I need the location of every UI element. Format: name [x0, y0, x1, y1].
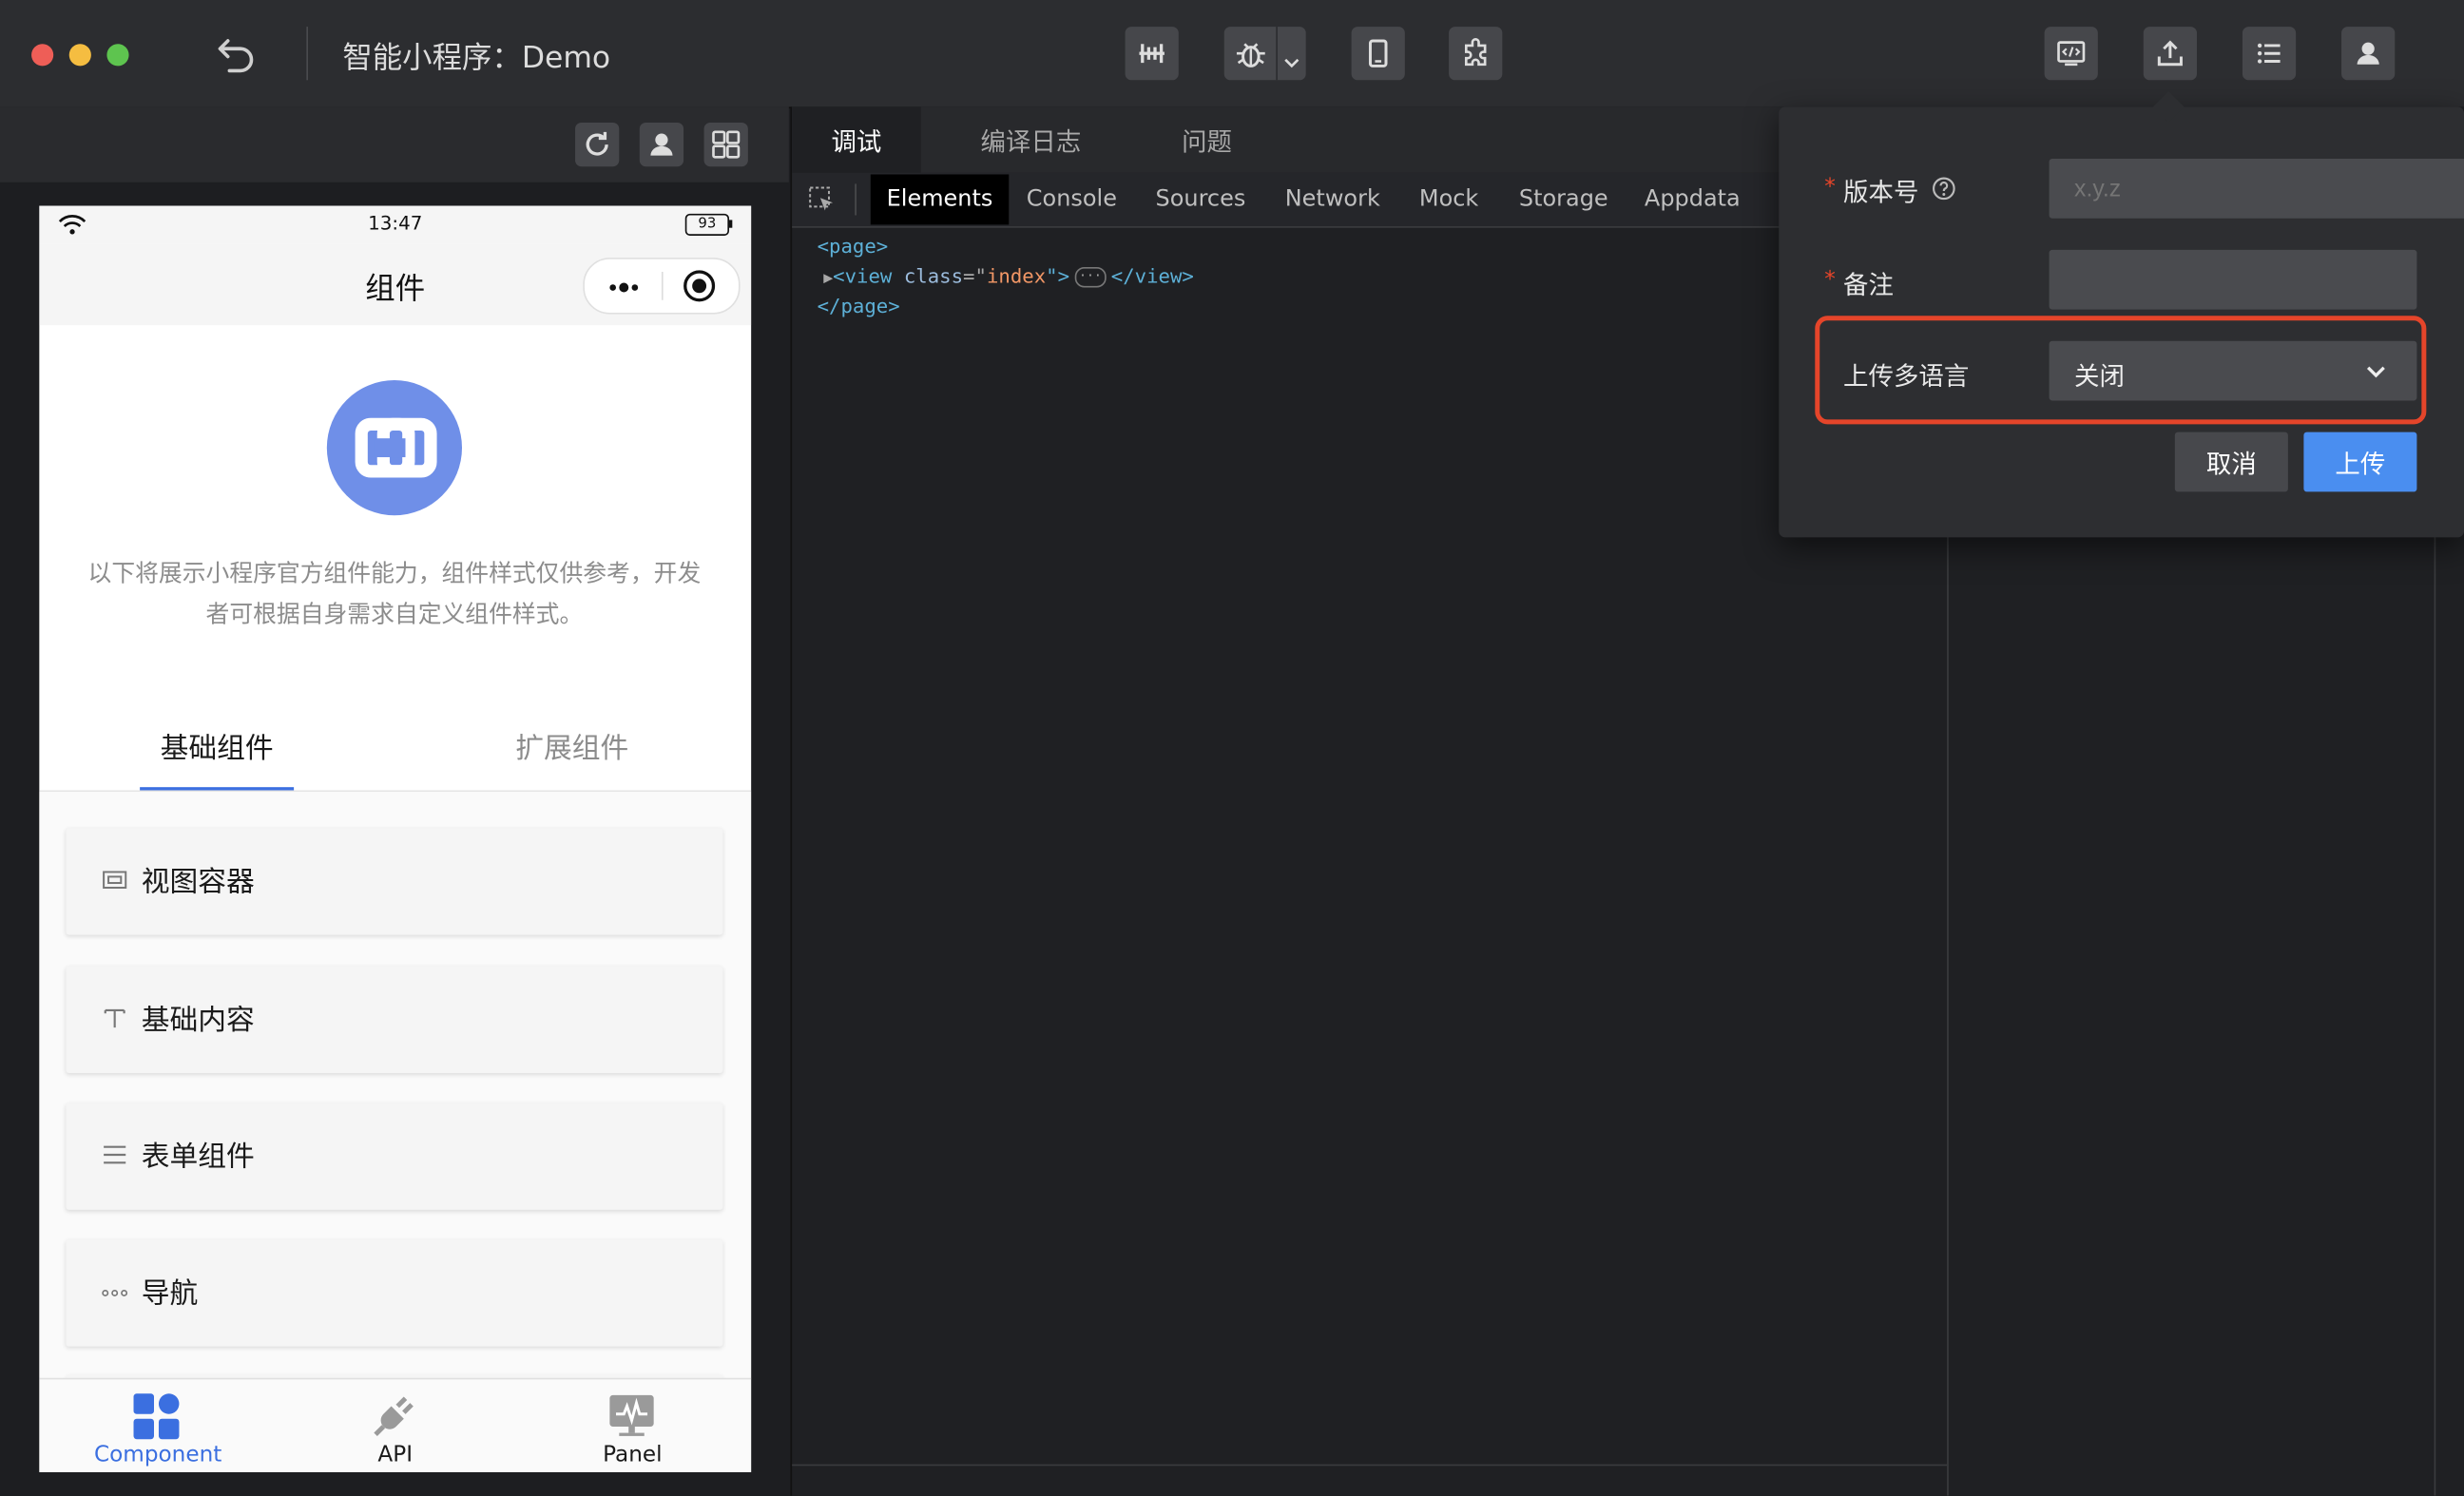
refresh-icon: [586, 131, 608, 156]
tab-issues[interactable]: 问题: [1141, 106, 1273, 172]
list-item-form-components[interactable]: 表单组件: [66, 1103, 723, 1210]
phone-simulator: 13:47 93 组件 以下将展示小程序官方组件能力，组件样式仅供参考，开发者可…: [39, 205, 752, 1472]
status-bar: 13:47 93: [39, 205, 752, 244]
subtab-console[interactable]: Console: [1015, 174, 1128, 224]
form-lines-icon: [101, 1141, 129, 1169]
nav-bar: 组件: [39, 243, 752, 326]
cancel-button[interactable]: 取消: [2174, 432, 2288, 492]
title-bar: 智能小程序：Demo: [0, 0, 2464, 109]
multilang-selected-value: 关闭: [2074, 361, 2125, 392]
list-item-basic-content[interactable]: 基础内容: [66, 966, 723, 1074]
refresh-button[interactable]: [575, 122, 620, 167]
bottom-tab-panel[interactable]: Panel: [514, 1379, 752, 1472]
bottom-tab-bar: Component API Panel: [39, 1377, 752, 1472]
list-item-label: 基础内容: [141, 1004, 255, 1038]
plug-icon: [369, 1391, 419, 1441]
user-icon: [2357, 42, 2379, 65]
component-grid-icon: [132, 1391, 183, 1441]
dom-node-page-close[interactable]: </page>: [818, 294, 900, 317]
window-title: 智能小程序：Demo: [342, 40, 611, 76]
required-mark: *: [1824, 174, 1836, 200]
subtab-storage[interactable]: Storage: [1509, 174, 1619, 224]
list-item-view-container[interactable]: 视图容器: [66, 828, 723, 935]
simulator-toolbar: [0, 106, 789, 182]
monitor-chart-icon: [606, 1391, 657, 1441]
text-icon: [101, 1004, 129, 1032]
list-button[interactable]: [2242, 27, 2297, 81]
expand-triangle-icon[interactable]: ▶: [823, 270, 833, 287]
version-label: 版本号: [1843, 177, 1919, 208]
app-logo: [326, 380, 462, 516]
compile-button[interactable]: [1125, 27, 1179, 81]
upload-icon: [2157, 40, 2183, 67]
devtools-panel: 调试 编译日志 问题 Elements Console Sources Netw…: [790, 106, 1949, 1496]
bottom-tab-api[interactable]: API: [277, 1379, 514, 1472]
logo-mark-icon: [355, 417, 437, 478]
maximize-window-button[interactable]: [106, 44, 129, 67]
device-icon: [1368, 39, 1388, 67]
subtab-elements[interactable]: Elements: [870, 174, 1010, 225]
code-preview-button[interactable]: [2044, 27, 2098, 81]
device-button[interactable]: [1351, 27, 1405, 81]
subtab-appdata[interactable]: Appdata: [1637, 174, 1747, 224]
bottom-tab-component[interactable]: Component: [39, 1379, 277, 1472]
version-input[interactable]: [2049, 158, 2464, 219]
battery-indicator: 93: [684, 213, 730, 236]
list-item-label: 表单组件: [141, 1141, 255, 1174]
compile-icon: [1139, 44, 1165, 64]
collapsed-children-badge[interactable]: ···: [1074, 267, 1107, 288]
subtab-sources[interactable]: Sources: [1144, 174, 1257, 224]
note-label: 备注: [1843, 270, 1894, 300]
help-circle-icon[interactable]: [1932, 176, 1956, 201]
user-icon: [650, 133, 673, 156]
minimize-window-button[interactable]: [68, 44, 91, 67]
tab-basic-components[interactable]: 基础组件: [39, 726, 395, 789]
multilang-select[interactable]: 关闭: [2049, 340, 2417, 401]
tab-extended-components[interactable]: 扩展组件: [395, 726, 750, 789]
view-container-icon: [101, 866, 129, 894]
close-target-icon[interactable]: [682, 269, 716, 303]
chevron-down-icon[interactable]: [1282, 48, 1301, 68]
plugin-icon: [1464, 38, 1487, 67]
simulator-grid-button[interactable]: [703, 122, 748, 167]
bottom-tab-label: Component: [93, 1442, 222, 1467]
bottom-tab-label: API: [377, 1442, 414, 1467]
simulator-user-button[interactable]: [639, 122, 684, 167]
debug-icon[interactable]: [1234, 36, 1268, 70]
status-time: 13:47: [368, 212, 423, 235]
bottom-tab-label: Panel: [603, 1442, 663, 1467]
close-window-button[interactable]: [31, 44, 54, 67]
upload-button[interactable]: [2143, 27, 2197, 81]
multilang-label: 上传多语言: [1843, 361, 1970, 392]
debug-button-group[interactable]: [1223, 27, 1306, 81]
title-divider: [306, 27, 308, 81]
code-icon: [2057, 41, 2086, 67]
capsule-menu: [583, 258, 741, 315]
required-mark: *: [1824, 267, 1836, 293]
tab-debug[interactable]: 调试: [792, 106, 921, 173]
chevron-down-icon: [2363, 360, 2388, 382]
dots-icon: [101, 1277, 129, 1306]
upload-submit-button[interactable]: 上传: [2303, 432, 2417, 492]
undo-icon[interactable]: [214, 31, 261, 79]
element-picker-icon[interactable]: [808, 185, 837, 214]
upload-popover: * 版本号 * 备注 上传多语言 关闭 取消 上传: [1779, 91, 2464, 538]
intro-text: 以下将展示小程序官方组件能力，组件样式仅供参考，开发者可根据自身需求自定义组件样…: [87, 559, 702, 629]
more-dots-icon[interactable]: [604, 275, 645, 297]
list-item-label: 视图容器: [141, 865, 255, 899]
list-icon: [2257, 43, 2281, 64]
note-input[interactable]: [2049, 249, 2417, 310]
plugin-button[interactable]: [1449, 27, 1503, 81]
tab-compile-log[interactable]: 编译日志: [949, 106, 1112, 172]
account-button[interactable]: [2341, 27, 2396, 81]
subtab-mock[interactable]: Mock: [1408, 174, 1490, 224]
list-item-label: 导航: [141, 1276, 199, 1311]
subtab-network[interactable]: Network: [1273, 174, 1393, 224]
dom-node-page-open[interactable]: <page>: [818, 234, 889, 258]
grid-icon: [712, 130, 741, 159]
list-item-navigation[interactable]: 导航: [66, 1239, 723, 1347]
dom-node-view[interactable]: ▶<view class="index"> ··· </view>: [823, 264, 1194, 288]
